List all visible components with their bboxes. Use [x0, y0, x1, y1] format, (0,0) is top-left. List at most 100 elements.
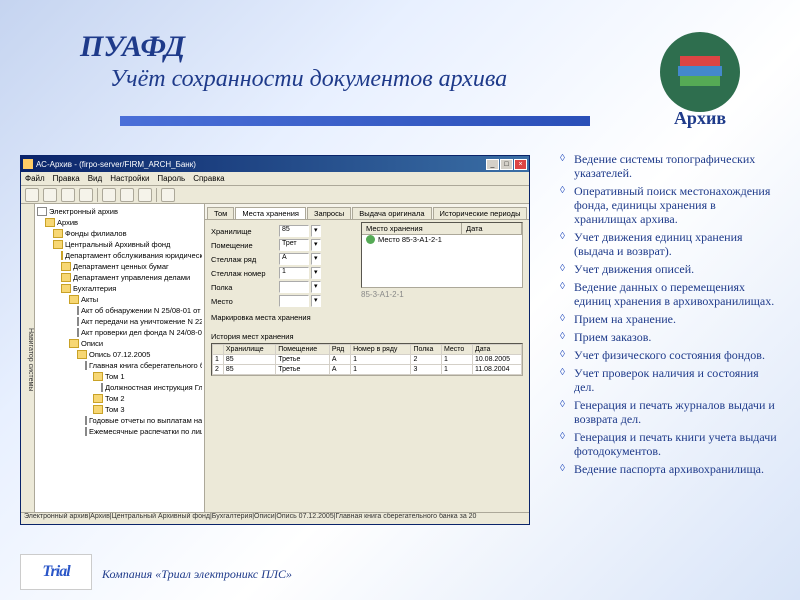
tree-item[interactable]: Фонды филиалов: [37, 228, 202, 239]
tree-item[interactable]: Опись 07.12.2005: [37, 349, 202, 360]
feature-item: Прием заказов.: [560, 330, 780, 344]
maximize-button[interactable]: □: [500, 159, 513, 170]
input-row[interactable]: А: [279, 253, 309, 265]
close-button[interactable]: ×: [514, 159, 527, 170]
tree-item[interactable]: Центральный Архивный фонд: [37, 239, 202, 250]
tree-item[interactable]: Том 3: [37, 404, 202, 415]
tree-label: Том 3: [105, 404, 125, 415]
tree-item[interactable]: Архив: [37, 217, 202, 228]
tab[interactable]: Запросы: [307, 207, 351, 219]
svg-text:Архив: Архив: [674, 108, 726, 128]
feature-item: Генерация и печать книги учета выдачи фо…: [560, 430, 780, 458]
document-icon: [77, 317, 79, 326]
table-row[interactable]: 185ТретьеА12110.08.2005: [213, 355, 522, 365]
list-item[interactable]: Место 85-3-А1-2-1: [378, 235, 442, 244]
label: Маркировка места хранения: [211, 313, 311, 322]
tree-item[interactable]: Должностная инструкция Главного бухгалте…: [37, 382, 202, 393]
folder-icon: [77, 350, 87, 359]
tab[interactable]: Исторические периоды: [433, 207, 528, 219]
tree-label: Департамент ценных бумаг: [73, 261, 169, 272]
tree-label: Акт проверки дел фонда N 24/08-01 от 24.…: [81, 327, 202, 338]
menu-item[interactable]: Вид: [88, 174, 102, 183]
feature-item: Оперативный поиск местонахождения фонда,…: [560, 184, 780, 226]
tree-item[interactable]: Акт проверки дел фонда N 24/08-01 от 24.…: [37, 327, 202, 338]
toolbar-button[interactable]: [138, 188, 152, 202]
dropdown-icon[interactable]: ▾: [311, 267, 321, 279]
toolbar-button[interactable]: [79, 188, 93, 202]
table-row[interactable]: 285ТретьеА13111.08.2004: [213, 365, 522, 375]
tab[interactable]: Места хранения: [235, 207, 306, 219]
tree-item[interactable]: Том 1: [37, 371, 202, 382]
tree-item[interactable]: Акты: [37, 294, 202, 305]
dropdown-icon[interactable]: ▾: [311, 253, 321, 265]
toolbar-button[interactable]: [25, 188, 39, 202]
dropdown-icon[interactable]: ▾: [311, 225, 321, 237]
archive-logo: Архив: [650, 28, 750, 128]
tree-label: Годовые отчеты по выплатам налогов в бюд…: [89, 415, 202, 426]
toolbar-button[interactable]: [102, 188, 116, 202]
menu-item[interactable]: Правка: [53, 174, 80, 183]
feature-item: Ведение данных о перемещениях единиц хра…: [560, 280, 780, 308]
menu-item[interactable]: Справка: [193, 174, 224, 183]
input-room[interactable]: Трет: [279, 239, 309, 251]
tree-item[interactable]: Акт об обнаружении N 25/08-01 от 25.08.2…: [37, 305, 202, 316]
tree-view[interactable]: Электронный архивАрхивФонды филиаловЦент…: [35, 204, 205, 512]
label: Полка: [211, 283, 279, 292]
tree-label: Акт об обнаружении N 25/08-01 от 25.08.2…: [81, 305, 202, 316]
label: Стеллаж ряд: [211, 255, 279, 264]
document-icon: [85, 361, 87, 370]
tree-label: Опись 07.12.2005: [89, 349, 150, 360]
storage-form: Хранилище85▾ ПомещениеТрет▾ Стеллаж рядА…: [205, 220, 355, 330]
tree-item[interactable]: Акт передачи на уничтожение N 22/08-01 о…: [37, 316, 202, 327]
tree-item[interactable]: Ежемесячные распечатки по лицевому счету: [37, 426, 202, 437]
input-storage[interactable]: 85: [279, 225, 309, 237]
menu-item[interactable]: Файл: [25, 174, 45, 183]
feature-item: Прием на хранение.: [560, 312, 780, 326]
feature-item: Ведение системы топографических указател…: [560, 152, 780, 180]
document-icon: [77, 328, 79, 337]
document-icon: [85, 416, 87, 425]
tree-item[interactable]: Департамент ценных бумаг: [37, 261, 202, 272]
col-header: Помещение: [276, 345, 330, 355]
toolbar-button[interactable]: [61, 188, 75, 202]
folder-icon: [93, 372, 103, 381]
col-header: Номер в ряду: [351, 345, 411, 355]
folder-icon: [61, 284, 71, 293]
history-table[interactable]: ХранилищеПомещениеРядНомер в рядуПолкаМе…: [211, 343, 523, 376]
input-num[interactable]: 1: [279, 267, 309, 279]
tab[interactable]: Выдача оригинала: [352, 207, 431, 219]
tree-label: Том 1: [105, 371, 125, 382]
tree-item[interactable]: Описи: [37, 338, 202, 349]
tree-item[interactable]: Том 2: [37, 393, 202, 404]
window-titlebar: АС-Архив - (firpo-server/FIRM_ARCH_Банк)…: [21, 156, 529, 172]
col-header: Дата: [472, 345, 521, 355]
toolbar-button[interactable]: [43, 188, 57, 202]
tree-item[interactable]: Департамент управления делами: [37, 272, 202, 283]
toolbar: [21, 186, 529, 204]
menu-item[interactable]: Пароль: [157, 174, 185, 183]
input-place[interactable]: [279, 295, 309, 307]
col-header: [213, 345, 224, 355]
tab-strip: Том Места хранения Запросы Выдача оригин…: [205, 204, 529, 220]
folder-icon: [61, 273, 71, 282]
toolbar-button[interactable]: [161, 188, 175, 202]
tree-item[interactable]: Бухгалтерия: [37, 283, 202, 294]
dropdown-icon[interactable]: ▾: [311, 239, 321, 251]
toolbar-button[interactable]: [120, 188, 134, 202]
titlebar-icon: [23, 159, 33, 169]
dropdown-icon[interactable]: ▾: [311, 281, 321, 293]
minimize-button[interactable]: _: [486, 159, 499, 170]
tab[interactable]: Том: [207, 207, 234, 219]
storage-listbox[interactable]: Место храненияДата Место 85-3-А1-2-1: [361, 222, 523, 288]
menu-item[interactable]: Настройки: [110, 174, 149, 183]
tree-label: Ежемесячные распечатки по лицевому счету: [89, 426, 202, 437]
tree-item[interactable]: Годовые отчеты по выплатам налогов в бюд…: [37, 415, 202, 426]
tree-item[interactable]: Главная книга сберегательного банка за 2…: [37, 360, 202, 371]
tree-item[interactable]: Электронный архив: [37, 206, 202, 217]
col-header: Ряд: [329, 345, 350, 355]
app-screenshot: АС-Архив - (firpo-server/FIRM_ARCH_Банк)…: [20, 155, 530, 525]
input-shelf[interactable]: [279, 281, 309, 293]
dropdown-icon[interactable]: ▾: [311, 295, 321, 307]
navigator-tab[interactable]: Навигатор системы: [21, 204, 35, 512]
tree-item[interactable]: Департамент обслуживания юридических лиц…: [37, 250, 202, 261]
